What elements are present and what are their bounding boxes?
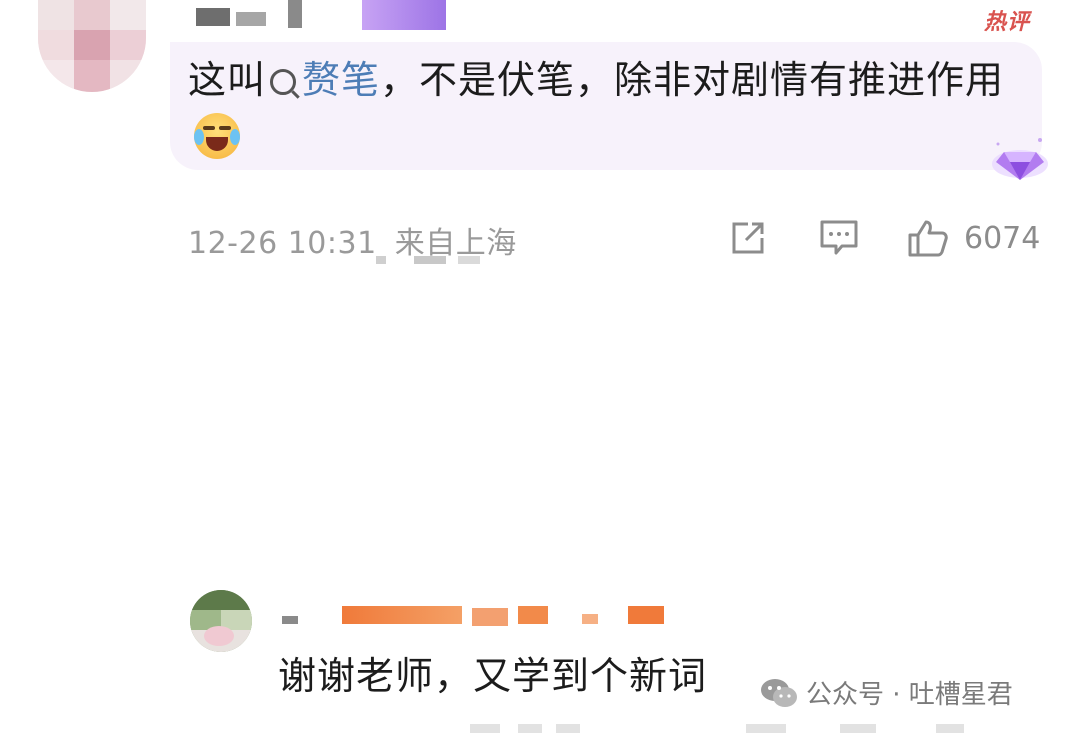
reply-username-obscured[interactable] (282, 606, 664, 630)
hot-comment-badge: 热评 (983, 10, 1030, 35)
comment-card: 热评 这叫 赘笔，不是伏笔，除非对剧情有推进作用 12-26 10:31 来自上海 (0, 0, 1080, 290)
avatar[interactable] (38, 0, 146, 92)
wechat-icon (761, 678, 797, 707)
share-icon (732, 222, 764, 254)
laughing-crying-emoji-icon (194, 113, 240, 159)
reply-avatar[interactable] (190, 590, 252, 652)
watermark: 公众号 · 吐槽星君 (760, 674, 1013, 711)
comment-text-after: ，不是伏笔，除非对剧情有推进作用 (380, 58, 1005, 102)
comment-icon (820, 220, 858, 255)
watermark-text: 公众号 · 吐槽星君 (806, 680, 1013, 710)
next-row-partial (470, 724, 1070, 733)
comment-button[interactable] (818, 218, 860, 258)
search-term-link[interactable]: 赘笔 (302, 58, 380, 102)
search-icon[interactable] (270, 69, 297, 95)
comment-date: 12-26 10:31 (188, 226, 377, 261)
reply-text: 谢谢老师，又学到个新词 (278, 654, 708, 698)
meta-obscured (376, 256, 496, 268)
like-button[interactable]: 6074 (906, 218, 1040, 258)
comment-text-before: 这叫 (188, 58, 267, 102)
username-obscured[interactable] (196, 0, 456, 34)
like-icon (908, 220, 948, 257)
reply-card: 谢谢老师，又学到个新词 公众号 · 吐槽星君 (0, 290, 1080, 733)
share-button[interactable] (728, 218, 768, 258)
comment-text: 这叫 赘笔，不是伏笔，除非对剧情有推进作用 (188, 50, 1008, 170)
like-count: 6074 (964, 220, 1041, 256)
diamond-badge-icon (992, 138, 1048, 180)
